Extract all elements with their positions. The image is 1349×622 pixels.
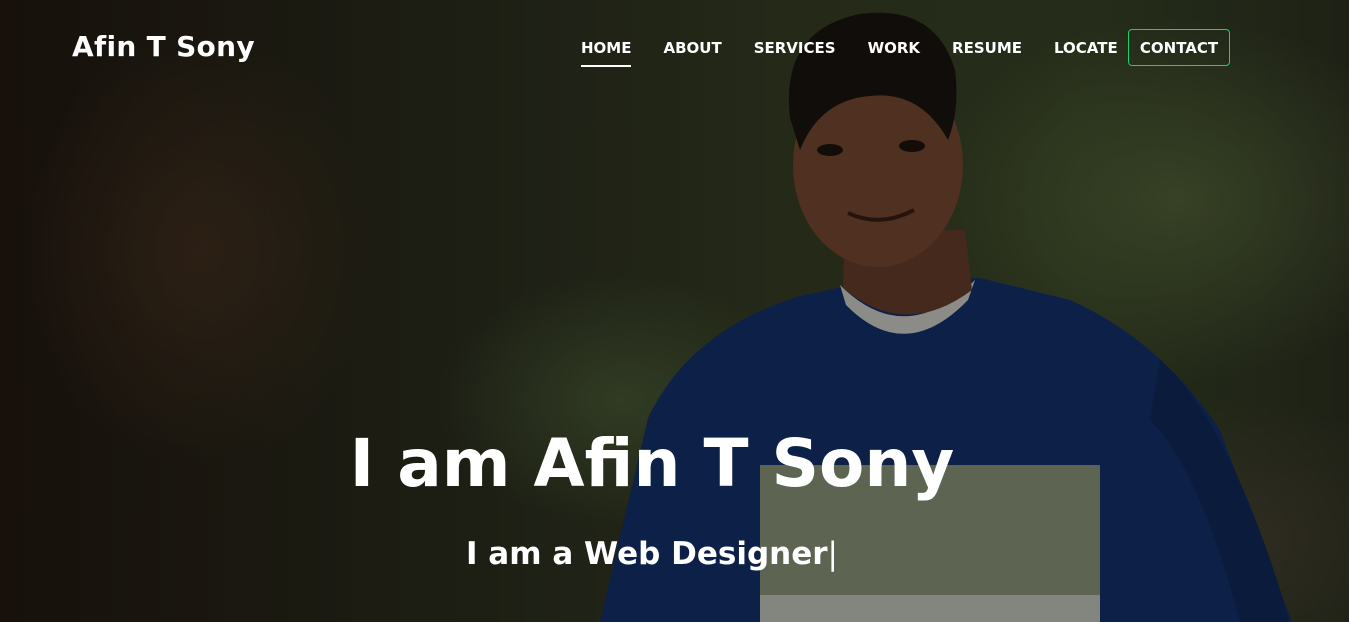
site-logo[interactable]: Afin T Sony xyxy=(72,30,255,63)
nav-home[interactable]: HOME xyxy=(565,28,647,68)
hero-subtitle-text: I am a Web Designer xyxy=(465,536,828,572)
nav-locate[interactable]: LOCATE xyxy=(1038,28,1134,68)
hero-overlay xyxy=(0,0,1349,622)
nav-services[interactable]: SERVICES xyxy=(738,28,852,68)
contact-button[interactable]: CONTACT xyxy=(1128,29,1230,66)
nav-work[interactable]: WORK xyxy=(852,28,936,68)
nav-about[interactable]: ABOUT xyxy=(647,28,737,68)
hero-title: I am Afin T Sony xyxy=(349,425,955,502)
hero-subtitle: I am a Web Designer| xyxy=(0,536,1304,572)
hero-background xyxy=(0,0,1349,622)
main-navigation: HOME ABOUT SERVICES WORK RESUME LOCATE xyxy=(565,28,1134,68)
typing-cursor: | xyxy=(827,536,838,572)
nav-resume[interactable]: RESUME xyxy=(936,28,1038,68)
